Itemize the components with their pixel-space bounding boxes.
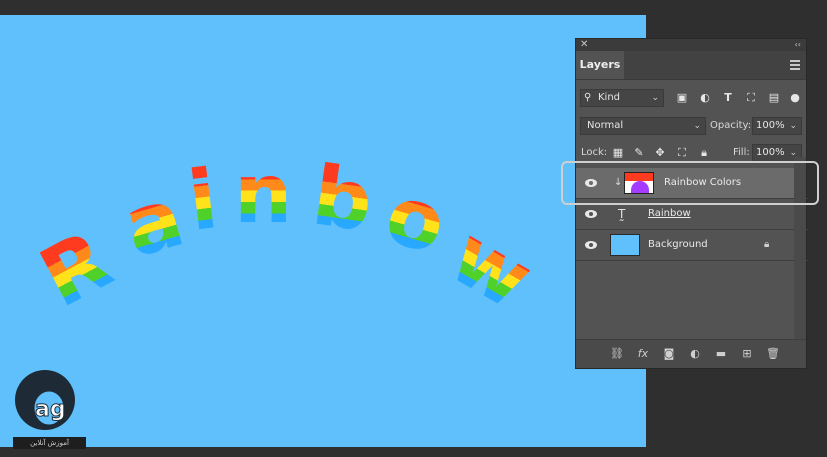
rainbow-text-artwork: R a i n b o w — [30, 147, 548, 328]
adjustment-layer-icon[interactable]: ◐ — [687, 345, 703, 363]
svg-text:a: a — [114, 170, 193, 277]
collapse-icon[interactable]: ‹‹ — [795, 39, 801, 51]
chevron-down-icon: ⌄ — [789, 121, 797, 131]
panel-title-strip: ✕ ‹‹ — [576, 39, 806, 51]
lock-position-icon[interactable]: ✥ — [652, 144, 668, 162]
eye-icon[interactable] — [584, 238, 598, 252]
fx-icon[interactable]: fx — [635, 345, 651, 363]
mask-icon[interactable]: ◙ — [661, 345, 677, 363]
lock-all-icon[interactable]: 🔒︎ — [696, 144, 712, 162]
blend-row: Normal ⌄ Opacity: 100% ⌄ — [576, 117, 808, 137]
blend-mode-select[interactable]: Normal ⌄ — [580, 117, 706, 135]
smart-object-filter-icon[interactable]: ▤ — [766, 89, 782, 107]
svg-text:w: w — [435, 208, 548, 328]
selected-layer-highlight — [561, 161, 819, 205]
filter-toggle-icon[interactable]: ● — [790, 89, 800, 107]
layer-thumbnail — [610, 234, 640, 256]
svg-text:ag: ag — [35, 397, 66, 422]
type-filter-icon[interactable]: T — [720, 89, 736, 107]
search-icon: ⚲ — [584, 92, 592, 103]
filter-kind-label: Kind — [598, 92, 621, 103]
shape-filter-icon[interactable]: ⛶ — [743, 89, 759, 107]
svg-text:b: b — [307, 148, 378, 250]
lock-transparent-icon[interactable]: ▦ — [610, 144, 626, 162]
layer-row-background[interactable]: Background 🔒︎ — [576, 230, 794, 260]
panel-menu-icon[interactable] — [790, 60, 800, 72]
layer-name: Background — [648, 239, 708, 250]
lock-icon: 🔒︎ — [764, 239, 770, 250]
opacity-label: Opacity: — [710, 120, 752, 131]
lock-artboard-icon[interactable]: ⛶ — [674, 144, 690, 162]
opacity-value: 100% — [756, 120, 785, 131]
new-layer-icon[interactable]: ⊞ — [739, 345, 755, 363]
panel-tab-bar: Layers — [576, 51, 806, 80]
svg-text:R: R — [30, 213, 126, 327]
document-top-margin — [0, 0, 827, 15]
chevron-down-icon: ⌄ — [693, 121, 701, 131]
link-icon[interactable]: ⛓ — [609, 345, 625, 363]
close-icon[interactable]: ✕ — [580, 39, 588, 51]
svg-text:i: i — [183, 152, 222, 250]
fill-value: 100% — [756, 147, 785, 158]
site-logo: ag — [15, 370, 75, 430]
trash-icon[interactable]: 🗑︎ — [765, 345, 781, 363]
svg-text:n: n — [234, 147, 292, 242]
lock-image-icon[interactable]: ✎ — [631, 144, 647, 162]
opacity-field[interactable]: 100% ⌄ — [752, 117, 802, 135]
layers-bottom-toolbar: ⛓ fx ◙ ◐ ▬ ⊞ 🗑︎ — [576, 339, 806, 368]
lock-label: Lock: — [581, 147, 608, 158]
image-filter-icon[interactable]: ▣ — [674, 89, 690, 107]
blend-mode-value: Normal — [587, 120, 624, 131]
fill-label: Fill: — [733, 147, 750, 158]
eye-icon[interactable] — [584, 207, 598, 221]
divider — [576, 260, 808, 261]
filter-kind-select[interactable]: ⚲ Kind ⌄ — [580, 89, 664, 107]
site-logo-caption: آموزش آنلاین — [13, 437, 86, 449]
folder-icon[interactable]: ▬ — [713, 345, 729, 363]
adjustment-filter-icon[interactable]: ◐ — [697, 89, 713, 107]
tab-layers[interactable]: Layers — [576, 51, 624, 79]
filter-row: ⚲ Kind ⌄ ▣ ◐ T ⛶ ▤ ● — [576, 89, 808, 109]
chevron-down-icon: ⌄ — [651, 93, 659, 103]
svg-text:o: o — [376, 166, 456, 273]
document-canvas[interactable]: R a i n b o w — [0, 15, 646, 447]
